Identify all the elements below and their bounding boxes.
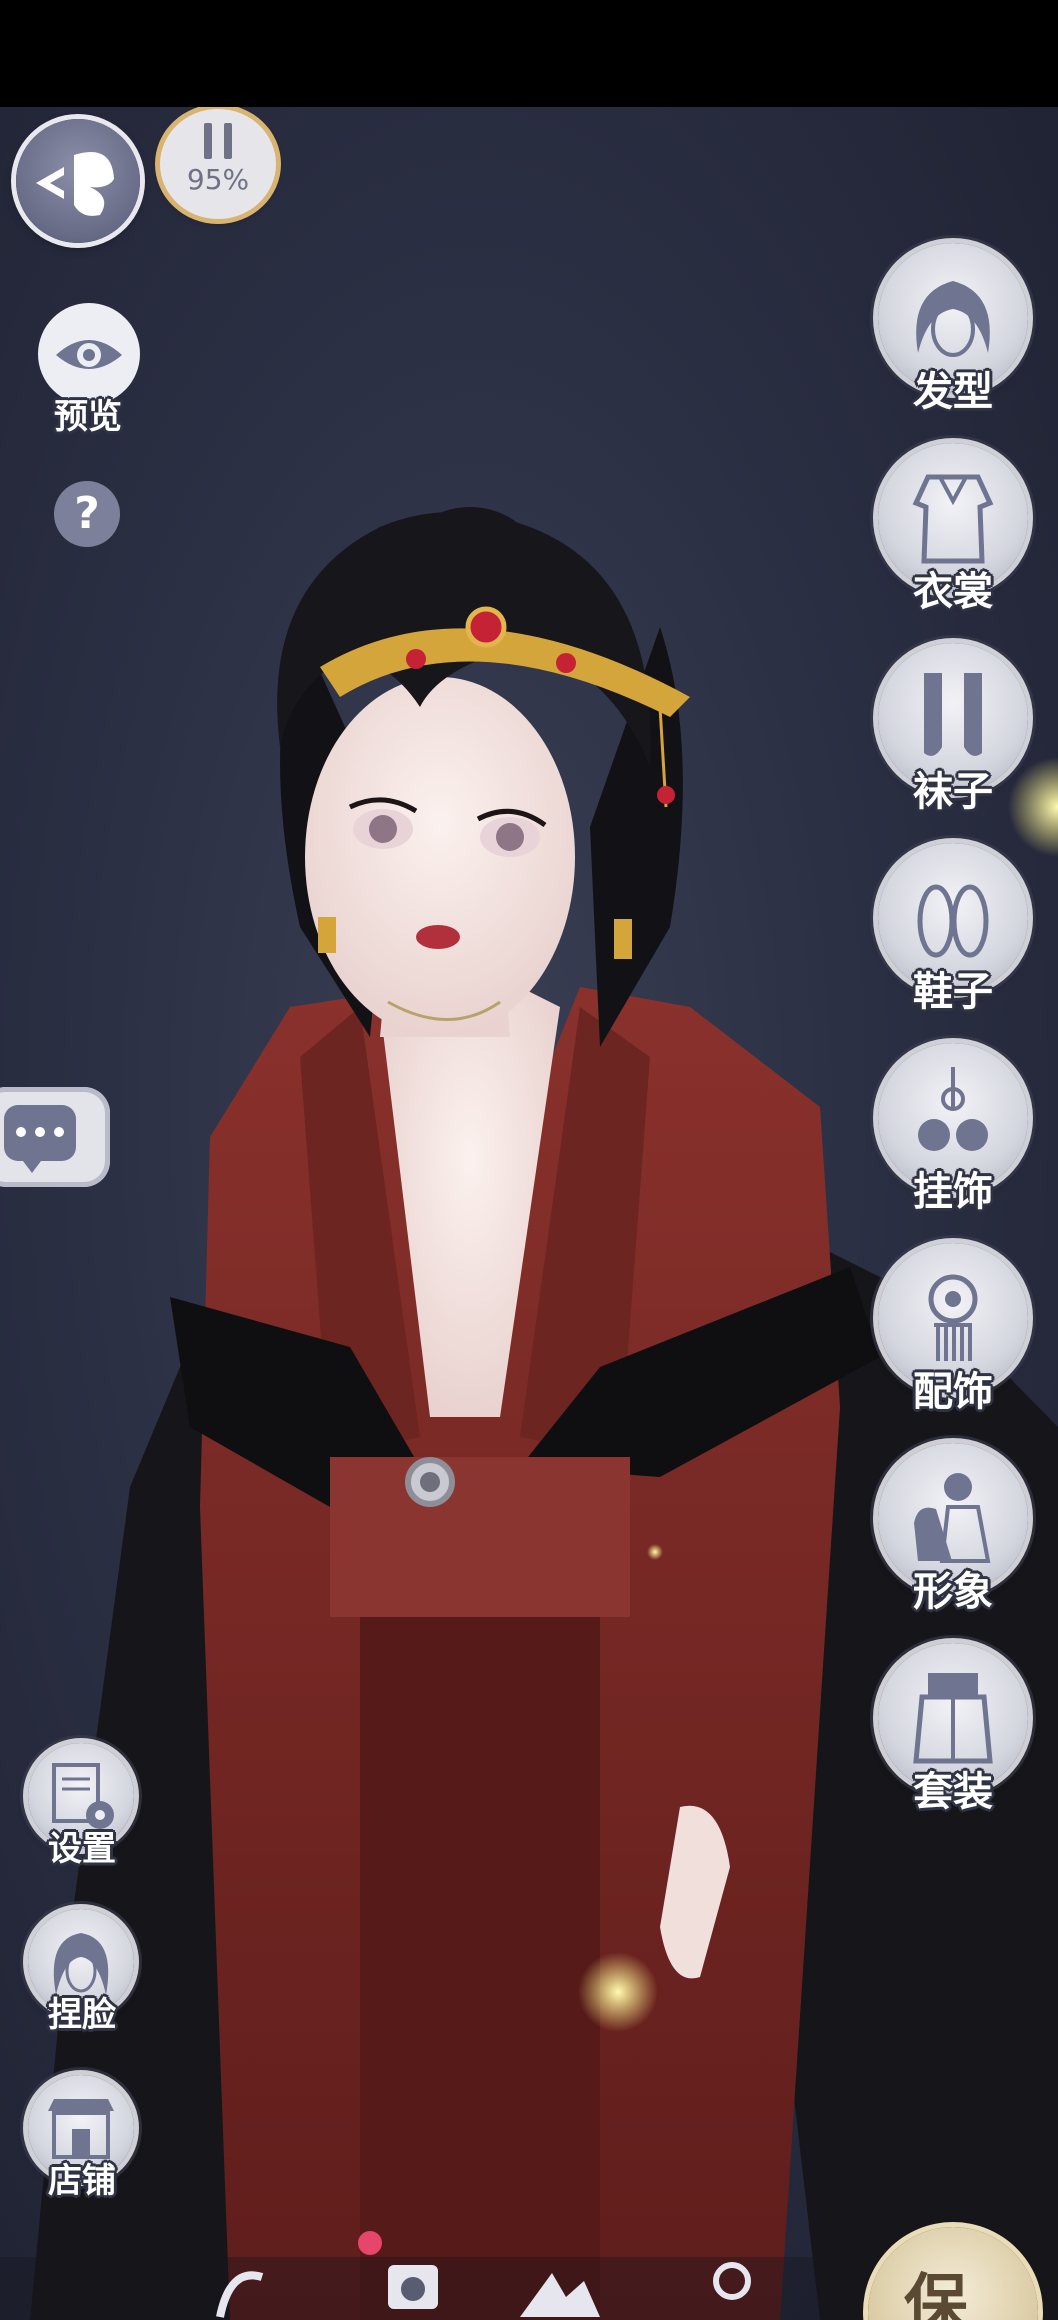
- preview-label: 预览: [54, 397, 122, 437]
- menu-label-dress: 衣裳: [913, 568, 993, 615]
- save-label: 保: [904, 2267, 968, 2320]
- menu-label-appearance: 形象: [913, 1568, 993, 1615]
- chat-button[interactable]: [0, 1087, 110, 1187]
- shop-label: 店铺: [48, 2161, 116, 2201]
- game-scene: 95% 预览 ? 发型 衣裳 袜子 鞋子 挂饰 配饰 形象 套装 设置 捏脸 店…: [0, 107, 1058, 2320]
- back-button[interactable]: [16, 119, 140, 243]
- menu-label-outfit-set: 套装: [913, 1768, 993, 1815]
- settings-label: 设置: [48, 1829, 116, 1869]
- menu-label-socks: 袜子: [913, 768, 993, 815]
- butterfly-back-icon: [36, 152, 114, 216]
- menu-label-accessory: 配饰: [913, 1368, 993, 1415]
- camera-icon[interactable]: [388, 2265, 438, 2309]
- character-model[interactable]: [0, 107, 1058, 2320]
- menu-label-hairstyle: 发型: [913, 368, 993, 415]
- help-button[interactable]: ?: [54, 481, 120, 547]
- chat-bubble-icon: [4, 1105, 76, 1161]
- menu-label-shoes: 鞋子: [913, 968, 993, 1015]
- pause-icon: [204, 123, 232, 159]
- status-bar: [0, 0, 1058, 107]
- face-edit-label: 捏脸: [48, 1995, 116, 2035]
- menu-label-pendant: 挂饰: [913, 1168, 993, 1215]
- notification-dot: [358, 2231, 382, 2255]
- pause-button[interactable]: 95%: [160, 109, 276, 219]
- progress-percent: 95%: [186, 163, 250, 196]
